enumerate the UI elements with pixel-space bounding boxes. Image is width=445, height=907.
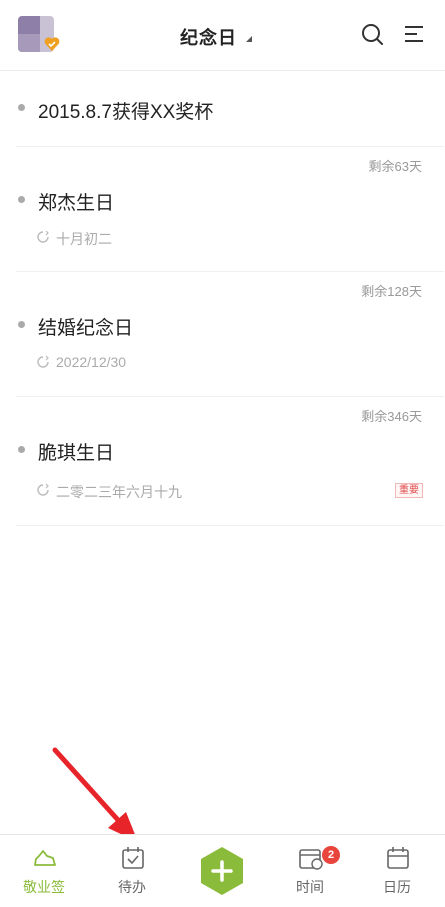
item-date: 十月初二 <box>56 231 112 247</box>
remaining-days: 剩余128天 <box>361 284 422 299</box>
vip-heart-badge-icon <box>44 37 60 51</box>
tab-label: 待办 <box>118 879 146 895</box>
title-dropdown-caret-icon[interactable] <box>246 36 252 42</box>
header: 纪念日 <box>0 0 445 71</box>
list-item[interactable]: 剩余346天 脆琪生日 二零二三年六月十九 重要 <box>0 397 445 525</box>
tab-label: 日历 <box>383 879 411 895</box>
tab-jingyeqian[interactable]: 敬业签 <box>4 835 84 907</box>
bullet-dot <box>18 321 25 328</box>
item-name: 郑杰生日 <box>38 193 115 214</box>
tab-rili[interactable]: 日历 <box>357 835 437 907</box>
menu-icon[interactable] <box>403 23 425 45</box>
lunar-repeat-icon <box>37 230 49 243</box>
item-name: 脆琪生日 <box>38 443 115 464</box>
lunar-repeat-icon <box>37 355 49 368</box>
calendar-check-icon <box>122 847 144 869</box>
add-button[interactable] <box>199 846 245 896</box>
item-name: 2015.8.7获得XX奖杯 <box>38 102 214 123</box>
tab-daiban[interactable]: 待办 <box>92 835 172 907</box>
tab-label: 敬业签 <box>23 879 65 895</box>
lunar-repeat-icon <box>37 483 49 496</box>
page-title[interactable]: 纪念日 <box>180 24 237 50</box>
calendar-icon <box>387 847 409 869</box>
remaining-days: 剩余63天 <box>368 159 422 174</box>
item-name: 结婚纪念日 <box>38 318 134 339</box>
clock-calendar-icon <box>299 849 323 870</box>
divider <box>16 525 444 526</box>
cloud-icon <box>34 850 56 866</box>
notification-badge: 2 <box>322 846 340 864</box>
item-date: 二零二三年六月十九 <box>56 484 182 500</box>
bullet-dot <box>18 104 25 111</box>
list-item[interactable]: 2015.8.7获得XX奖杯 <box>0 70 445 146</box>
tab-label: 时间 <box>296 879 324 895</box>
important-tag: 重要 <box>395 483 423 498</box>
tab-shijian[interactable]: 时间 <box>270 835 350 907</box>
list-item[interactable]: 剩余128天 结婚纪念日 2022/12/30 <box>0 272 445 396</box>
list-item[interactable]: 剩余63天 郑杰生日 十月初二 <box>0 147 445 271</box>
item-date: 2022/12/30 <box>56 354 127 370</box>
bullet-dot <box>18 196 25 203</box>
search-icon[interactable] <box>360 22 384 46</box>
remaining-days: 剩余346天 <box>361 409 422 424</box>
bullet-dot <box>18 446 25 453</box>
